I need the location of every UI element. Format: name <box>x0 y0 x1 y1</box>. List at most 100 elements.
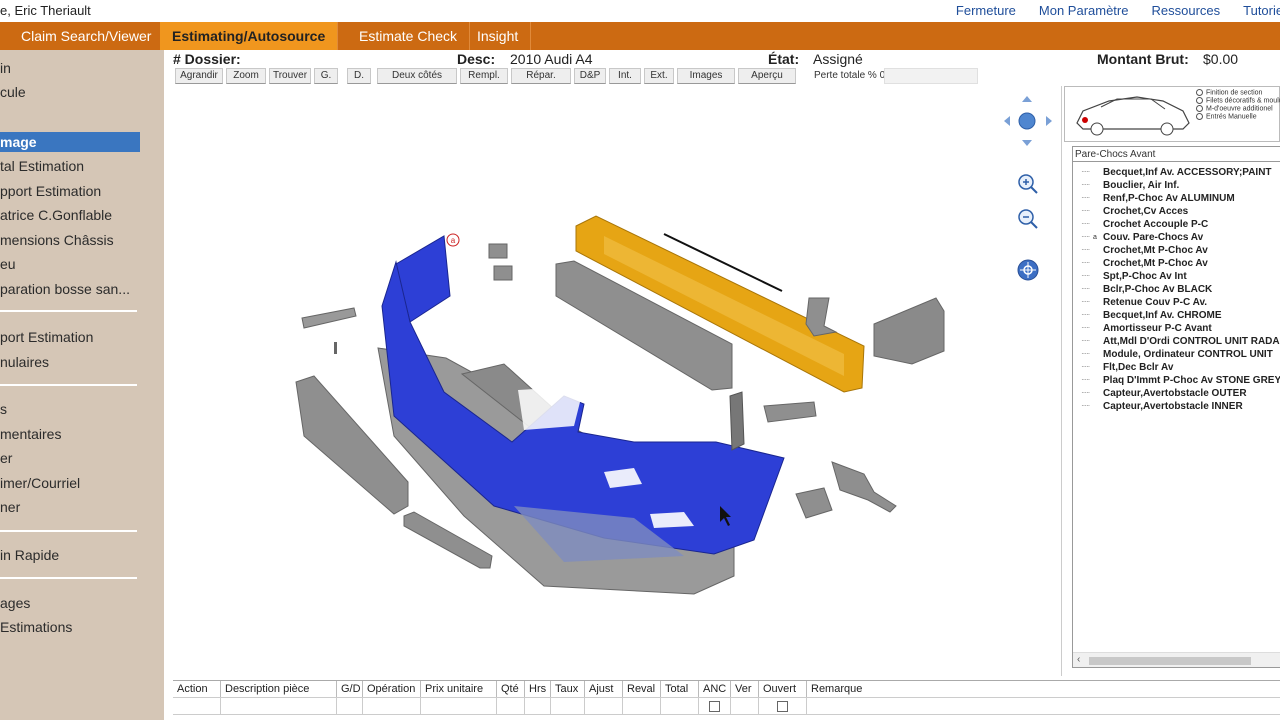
right-side-button[interactable]: D. <box>347 68 371 84</box>
both-sides-button[interactable]: Deux côtés <box>377 68 457 84</box>
parts-diagram[interactable]: a <box>164 86 1062 676</box>
table-cell[interactable] <box>731 697 759 715</box>
resources-link[interactable]: Ressources <box>1151 3 1220 18</box>
images-button[interactable]: Images <box>677 68 735 84</box>
car-outline-icon[interactable] <box>1065 87 1195 141</box>
mount-strip-part[interactable] <box>763 401 817 423</box>
column-header[interactable]: Ouvert <box>759 681 807 697</box>
tow-hook-part[interactable] <box>301 307 357 329</box>
reset-view-icon[interactable] <box>1018 112 1036 130</box>
preview-button[interactable]: Aperçu <box>738 68 796 84</box>
sidebar-item[interactable]: in <box>0 58 140 78</box>
clip-part[interactable] <box>493 265 513 281</box>
table-cell[interactable] <box>807 697 1280 715</box>
sidebar-item[interactable]: ages <box>0 593 140 613</box>
part-item[interactable]: Module, Ordinateur CONTROL UNIT <box>1079 347 1280 361</box>
sidebar-item[interactable]: mentaires <box>0 424 140 444</box>
sidebar-item[interactable]: s <box>0 399 140 419</box>
retainer-part[interactable] <box>729 391 745 451</box>
exploded-bumper-diagram[interactable]: a <box>164 86 1062 676</box>
table-cell[interactable] <box>173 697 221 715</box>
tab-estimate-check[interactable]: Estimate Check <box>347 22 471 50</box>
left-side-button[interactable]: G. <box>314 68 338 84</box>
column-header[interactable]: Qté <box>497 681 525 697</box>
part-item[interactable]: Crochet,Mt P-Choc Av <box>1079 256 1280 270</box>
part-item[interactable]: Att,Mdl D'Ordi CONTROL UNIT RADAR <box>1079 334 1280 348</box>
sidebar-item[interactable]: atrice C.Gonflable <box>0 205 140 225</box>
column-header[interactable]: G/D <box>337 681 363 697</box>
total-loss-field[interactable] <box>884 68 978 84</box>
part-item[interactable]: Flt,Dec Bclr Av <box>1079 360 1280 374</box>
clip-part[interactable] <box>488 243 508 259</box>
sidebar-item[interactable]: Estimations <box>0 617 140 637</box>
sensor-module-part[interactable] <box>795 487 833 519</box>
settings-link[interactable]: Mon Paramètre <box>1039 3 1129 18</box>
table-cell[interactable] <box>497 697 525 715</box>
column-header[interactable]: Taux <box>551 681 585 697</box>
pan-left-icon[interactable] <box>1004 116 1010 126</box>
part-item[interactable]: Spt,P-Choc Av Int <box>1079 269 1280 283</box>
sidebar-item[interactable] <box>0 107 140 127</box>
pin-part[interactable] <box>334 342 337 354</box>
tab-insight[interactable]: Insight <box>465 22 532 50</box>
part-item[interactable]: Becquet,Inf Av. CHROME <box>1079 308 1280 322</box>
dp-button[interactable]: D&P <box>574 68 606 84</box>
column-header[interactable]: Hrs <box>525 681 551 697</box>
zoom-button[interactable]: Zoom <box>226 68 266 84</box>
pan-right-icon[interactable] <box>1046 116 1052 126</box>
part-item[interactable]: Crochet,Cv Acces <box>1079 204 1280 218</box>
repair-button[interactable]: Répar. <box>511 68 571 84</box>
column-header[interactable]: Action <box>173 681 221 697</box>
anc-checkbox[interactable] <box>709 701 720 712</box>
column-header[interactable]: Prix unitaire <box>421 681 497 697</box>
part-item[interactable]: Crochet,Mt P-Choc Av <box>1079 243 1280 257</box>
zoom-in-icon[interactable] <box>1016 172 1040 196</box>
settings-wheel-icon[interactable] <box>1016 258 1040 282</box>
column-header[interactable]: Total <box>661 681 699 697</box>
sidebar-item[interactable]: nulaires <box>0 352 140 372</box>
sensor-part[interactable] <box>831 461 897 513</box>
part-item[interactable]: Crochet Accouple P-C <box>1079 217 1280 231</box>
vehicle-thumbnail[interactable]: Finition de section Filets décoratifs & … <box>1064 86 1280 142</box>
sidebar-item[interactable]: port Estimation <box>0 327 140 347</box>
table-cell[interactable] <box>585 697 623 715</box>
exterior-button[interactable]: Ext. <box>644 68 674 84</box>
sidebar-item[interactable]: mensions Châssis <box>0 230 140 250</box>
column-header[interactable]: Opération <box>363 681 421 697</box>
part-item[interactable]: Becquet,Inf Av. ACCESSORY;PAINT <box>1079 165 1280 179</box>
part-item[interactable]: Capteur,Avertobstacle INNER <box>1079 399 1280 413</box>
column-header[interactable]: Remarque <box>807 681 1280 697</box>
tutorial-link[interactable]: Tutoriel <box>1243 3 1280 18</box>
pan-up-icon[interactable] <box>1022 96 1032 102</box>
sidebar-item[interactable]: imer/Courriel <box>0 473 140 493</box>
hook-bracket-part[interactable] <box>805 297 838 337</box>
sidebar-item[interactable]: er <box>0 448 140 468</box>
enlarge-button[interactable]: Agrandir <box>175 68 223 84</box>
part-item[interactable]: Capteur,Avertobstacle OUTER <box>1079 386 1280 400</box>
column-header[interactable]: Reval <box>623 681 661 697</box>
sidebar-item[interactable]: eu <box>0 254 140 274</box>
sidebar-item[interactable]: cule <box>0 82 140 102</box>
zoom-out-icon[interactable] <box>1016 207 1040 231</box>
logout-link[interactable]: Fermeture <box>956 3 1016 18</box>
table-cell[interactable] <box>363 697 421 715</box>
table-cell[interactable] <box>421 697 497 715</box>
horizontal-scrollbar[interactable]: ‹ <box>1073 652 1280 667</box>
column-header[interactable]: ANC <box>699 681 731 697</box>
part-item[interactable]: Renf,P-Choc Av ALUMINUM <box>1079 191 1280 205</box>
tab-claim-search[interactable]: Claim Search/Viewer <box>9 22 165 50</box>
open-checkbox[interactable] <box>777 701 788 712</box>
mount-bracket-part[interactable] <box>873 297 945 365</box>
sidebar-item[interactable]: tal Estimation <box>0 156 140 176</box>
pan-down-icon[interactable] <box>1022 140 1032 146</box>
sidebar-item[interactable]: pport Estimation <box>0 181 140 201</box>
part-item[interactable]: Bouclier, Air Inf. <box>1079 178 1280 192</box>
part-item[interactable]: Amortisseur P-C Avant <box>1079 321 1280 335</box>
column-header[interactable]: Ajust <box>585 681 623 697</box>
part-item[interactable]: Bclr,P-Choc Av BLACK <box>1079 282 1280 296</box>
sidebar-item[interactable]: paration bosse san... <box>0 279 140 299</box>
column-header[interactable]: Ver <box>731 681 759 697</box>
table-cell[interactable] <box>551 697 585 715</box>
part-item-selected[interactable]: a Couv. Pare-Chocs Av <box>1079 230 1280 244</box>
table-cell[interactable] <box>661 697 699 715</box>
